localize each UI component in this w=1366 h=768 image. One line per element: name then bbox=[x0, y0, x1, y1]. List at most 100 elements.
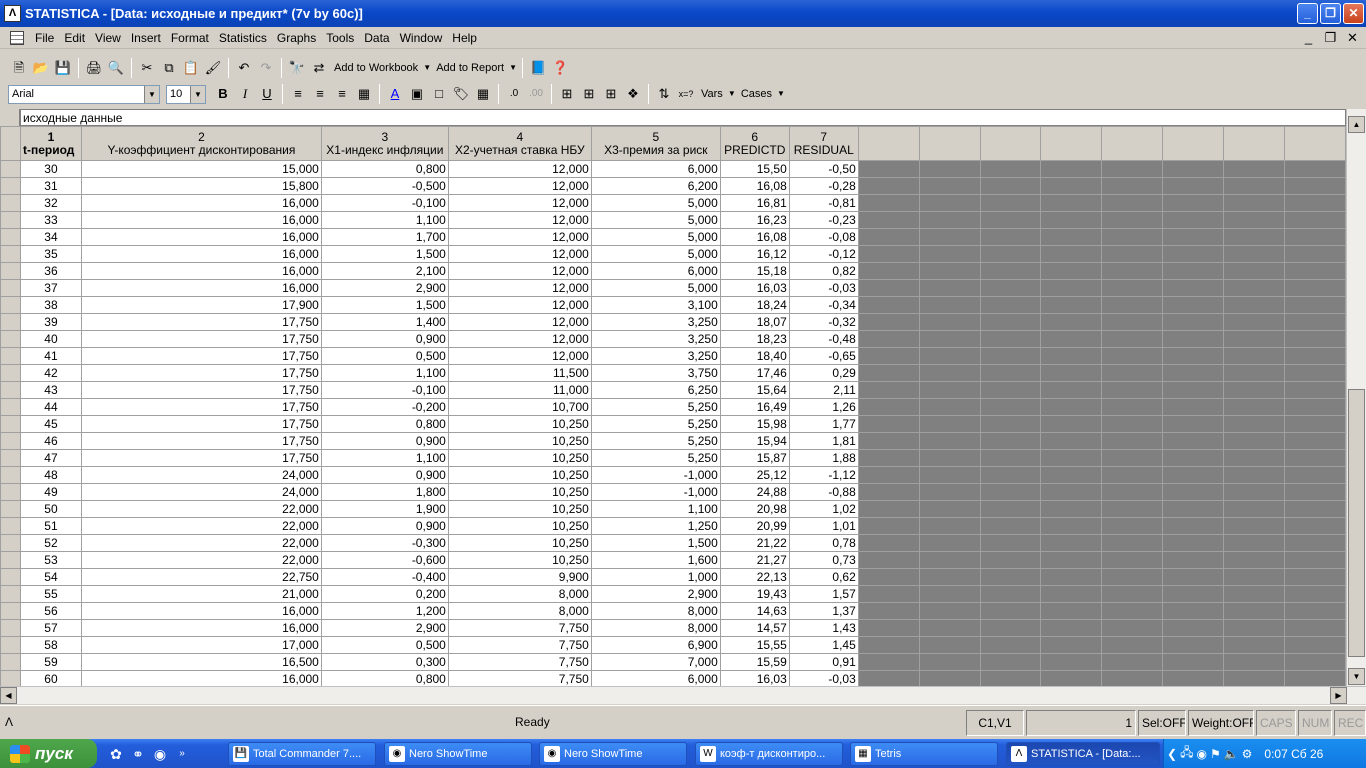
table-cell[interactable]: 5,250 bbox=[590, 415, 721, 433]
firefox-icon[interactable]: ◉ bbox=[151, 745, 169, 763]
table-cell[interactable]: 7,750 bbox=[447, 670, 592, 686]
tray-icon[interactable]: ◉ bbox=[1196, 747, 1206, 761]
table-cell[interactable]: 1,400 bbox=[320, 313, 449, 331]
quick-launch-icon[interactable]: ⚭ bbox=[129, 745, 147, 763]
chevron-down-icon[interactable]: ▼ bbox=[508, 57, 518, 79]
table-cell[interactable]: 45 bbox=[19, 415, 82, 433]
table-cell[interactable]: 12,000 bbox=[447, 245, 592, 263]
table-cell[interactable]: 15,59 bbox=[719, 653, 790, 671]
table-cell[interactable]: 46 bbox=[19, 432, 82, 450]
cases-grid-icon[interactable]: ⊞ bbox=[556, 83, 578, 105]
table-cell[interactable]: 5,000 bbox=[590, 228, 721, 246]
table-row[interactable]: 33 16,000 1,100 12,000 5,000 16,23 -0,23 bbox=[0, 211, 1346, 229]
table-cell[interactable]: 6,250 bbox=[590, 381, 721, 399]
table-cell[interactable]: 22,000 bbox=[80, 500, 322, 518]
table-cell[interactable]: 0,82 bbox=[788, 262, 859, 280]
row-header[interactable] bbox=[0, 364, 21, 382]
font-size-select[interactable]: 10 ▼ bbox=[166, 84, 206, 104]
table-cell[interactable]: 10,250 bbox=[447, 415, 592, 433]
table-cell[interactable]: 10,250 bbox=[447, 500, 592, 518]
chevron-down-icon[interactable]: ▼ bbox=[422, 57, 432, 79]
table-cell[interactable]: 6,000 bbox=[590, 262, 721, 280]
grid-corner[interactable] bbox=[0, 126, 21, 161]
menu-insert[interactable]: Insert bbox=[126, 28, 166, 48]
table-cell[interactable]: 24,88 bbox=[719, 483, 790, 501]
row-header[interactable] bbox=[0, 551, 21, 569]
table-cell[interactable]: 12,000 bbox=[447, 228, 592, 246]
table-row[interactable]: 30 15,000 0,800 12,000 6,000 15,50 -0,50 bbox=[0, 160, 1346, 178]
table-cell[interactable]: 15,000 bbox=[80, 160, 322, 178]
table-cell[interactable]: 0,800 bbox=[320, 670, 449, 686]
tree-icon[interactable]: ❖ bbox=[622, 83, 644, 105]
redo-icon[interactable]: ↷ bbox=[255, 57, 277, 79]
table-cell[interactable]: 30 bbox=[19, 160, 82, 178]
table-cell[interactable]: 5,000 bbox=[590, 245, 721, 263]
table-cell[interactable]: 0,78 bbox=[788, 534, 859, 552]
table-cell[interactable]: 18,40 bbox=[719, 347, 790, 365]
table-row[interactable]: 36 16,000 2,100 12,000 6,000 15,18 0,82 bbox=[0, 262, 1346, 280]
row-header[interactable] bbox=[0, 415, 21, 433]
table-cell[interactable]: 60 bbox=[19, 670, 82, 686]
menu-graphs[interactable]: Graphs bbox=[272, 28, 321, 48]
table-cell[interactable]: 6,900 bbox=[590, 636, 721, 654]
table-cell[interactable]: 1,77 bbox=[788, 415, 859, 433]
table-cell[interactable]: 1,88 bbox=[788, 449, 859, 467]
scroll-right-icon[interactable]: ▶ bbox=[1330, 687, 1347, 704]
column-header[interactable]: 2 Y-коэффициент дисконтирования bbox=[80, 126, 322, 161]
table-cell[interactable]: -0,200 bbox=[320, 398, 449, 416]
align-right-icon[interactable]: ≡ bbox=[331, 83, 353, 105]
table-row[interactable]: 47 17,750 1,100 10,250 5,250 15,87 1,88 bbox=[0, 449, 1346, 467]
row-header[interactable] bbox=[0, 330, 21, 348]
row-header[interactable] bbox=[0, 602, 21, 620]
save-icon[interactable]: 💾 bbox=[52, 57, 74, 79]
menu-statistics[interactable]: Statistics bbox=[214, 28, 272, 48]
table-cell[interactable]: 15,98 bbox=[719, 415, 790, 433]
table-cell[interactable]: 1,01 bbox=[788, 517, 859, 535]
table-cell[interactable]: -0,100 bbox=[320, 194, 449, 212]
table-row[interactable]: 41 17,750 0,500 12,000 3,250 18,40 -0,65 bbox=[0, 347, 1346, 365]
table-row[interactable]: 46 17,750 0,900 10,250 5,250 15,94 1,81 bbox=[0, 432, 1346, 450]
table-cell[interactable]: 1,45 bbox=[788, 636, 859, 654]
table-cell[interactable]: -0,08 bbox=[788, 228, 859, 246]
table-cell[interactable]: 0,73 bbox=[788, 551, 859, 569]
table-cell[interactable]: 17,000 bbox=[80, 636, 322, 654]
table-cell[interactable]: 10,250 bbox=[447, 432, 592, 450]
table-row[interactable]: 49 24,000 1,800 10,250 -1,000 24,88 -0,88 bbox=[0, 483, 1346, 501]
table-row[interactable]: 54 22,750 -0,400 9,900 1,000 22,13 0,62 bbox=[0, 568, 1346, 586]
table-cell[interactable]: 10,250 bbox=[447, 449, 592, 467]
table-cell[interactable]: 16,49 bbox=[719, 398, 790, 416]
doc-restore-button[interactable]: ❐ bbox=[1321, 29, 1340, 47]
row-header[interactable] bbox=[0, 500, 21, 518]
table-row[interactable]: 58 17,000 0,500 7,750 6,900 15,55 1,45 bbox=[0, 636, 1346, 654]
menu-help[interactable]: Help bbox=[447, 28, 482, 48]
table-cell[interactable]: 15,55 bbox=[719, 636, 790, 654]
table-cell[interactable]: 0,500 bbox=[320, 636, 449, 654]
table-cell[interactable]: 33 bbox=[19, 211, 82, 229]
table-cell[interactable]: -1,000 bbox=[590, 483, 721, 501]
table-cell[interactable]: 39 bbox=[19, 313, 82, 331]
table-cell[interactable]: 16,08 bbox=[719, 228, 790, 246]
table-cell[interactable]: 24,000 bbox=[80, 483, 322, 501]
table-cell[interactable]: -0,100 bbox=[320, 381, 449, 399]
paste-icon[interactable]: 📋 bbox=[180, 57, 202, 79]
table-row[interactable]: 59 16,500 0,300 7,750 7,000 15,59 0,91 bbox=[0, 653, 1346, 671]
table-cell[interactable]: -0,03 bbox=[788, 670, 859, 686]
table-cell[interactable]: 8,000 bbox=[447, 602, 592, 620]
table-cell[interactable]: -0,50 bbox=[788, 160, 859, 178]
row-header[interactable] bbox=[0, 483, 21, 501]
table-cell[interactable]: -0,300 bbox=[320, 534, 449, 552]
table-cell[interactable]: 1,500 bbox=[590, 534, 721, 552]
table-row[interactable]: 44 17,750 -0,200 10,700 5,250 16,49 1,26 bbox=[0, 398, 1346, 416]
table-cell[interactable]: -0,65 bbox=[788, 347, 859, 365]
table-cell[interactable]: 15,94 bbox=[719, 432, 790, 450]
table-cell[interactable]: 16,12 bbox=[719, 245, 790, 263]
table-cell[interactable]: 17,750 bbox=[80, 313, 322, 331]
table-row[interactable]: 39 17,750 1,400 12,000 3,250 18,07 -0,32 bbox=[0, 313, 1346, 331]
table-cell[interactable]: 16,08 bbox=[719, 177, 790, 195]
scroll-up-icon[interactable]: ▲ bbox=[1348, 116, 1365, 133]
table-cell[interactable]: -0,12 bbox=[788, 245, 859, 263]
table-row[interactable]: 56 16,000 1,200 8,000 8,000 14,63 1,37 bbox=[0, 602, 1346, 620]
table-cell[interactable]: 0,900 bbox=[320, 466, 449, 484]
table-cell[interactable]: 5,000 bbox=[590, 279, 721, 297]
chevron-right-icon[interactable]: » bbox=[173, 745, 191, 763]
